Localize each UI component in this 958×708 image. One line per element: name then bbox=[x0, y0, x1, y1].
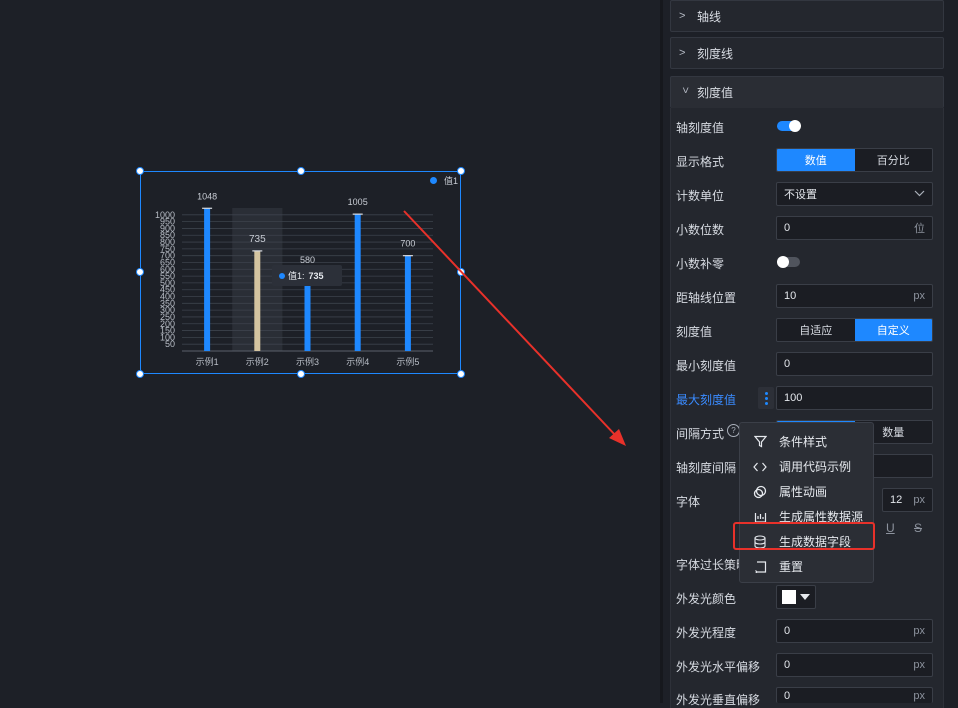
label-min-tick: 最小刻度值 bbox=[676, 359, 737, 373]
glow-degree-input[interactable]: 0 px bbox=[776, 619, 933, 643]
label-decimal-places: 小数位数 bbox=[676, 223, 725, 237]
font-size-value: 12 bbox=[890, 494, 903, 506]
label-distance: 距轴线位置 bbox=[676, 291, 737, 305]
resize-handle-nw[interactable] bbox=[136, 167, 144, 175]
toggle-knob bbox=[789, 120, 801, 132]
px-unit: px bbox=[913, 625, 925, 637]
min-tick-value: 0 bbox=[784, 358, 791, 370]
chevron-right-icon: > bbox=[679, 10, 686, 22]
distance-input[interactable]: 10 px bbox=[776, 284, 933, 308]
menu-item-label: 属性动画 bbox=[779, 485, 828, 499]
distance-value: 10 bbox=[784, 290, 797, 302]
label-glow-v-offset: 外发光垂直偏移 bbox=[676, 693, 761, 707]
chevron-down-icon bbox=[914, 188, 925, 200]
toggle-knob bbox=[777, 256, 789, 268]
caret-down-icon bbox=[800, 594, 810, 600]
decimal-unit: 位 bbox=[914, 223, 925, 235]
annotation-highlight-box bbox=[733, 522, 875, 550]
px-unit: px bbox=[913, 290, 925, 302]
menu-item-label: 重置 bbox=[779, 560, 804, 574]
color-swatch bbox=[782, 590, 796, 604]
resize-handle-se[interactable] bbox=[457, 370, 465, 378]
px-unit: px bbox=[913, 659, 925, 671]
label-glow-color: 外发光颜色 bbox=[676, 592, 737, 606]
glow-degree-value: 0 bbox=[784, 625, 791, 637]
selection-box[interactable] bbox=[140, 171, 461, 374]
menu-item-property-animation[interactable]: 属性动画 bbox=[740, 479, 873, 504]
label-axis-tick-value: 轴刻度值 bbox=[676, 121, 725, 135]
reset-icon bbox=[753, 560, 767, 574]
resize-handle-e[interactable] bbox=[457, 268, 465, 276]
resize-handle-sw[interactable] bbox=[136, 370, 144, 378]
section-title: 刻度线 bbox=[697, 46, 734, 61]
tick-mode-segment[interactable]: 自适应 自定义 bbox=[776, 318, 933, 342]
label-interval-mode: 间隔方式 bbox=[676, 427, 725, 441]
chevron-down-icon: > bbox=[679, 86, 691, 93]
decimal-value: 0 bbox=[784, 222, 791, 234]
glow-h-offset-input[interactable]: 0 px bbox=[776, 653, 933, 677]
mode-auto-option[interactable]: 自适应 bbox=[777, 319, 855, 341]
glow-v-value: 0 bbox=[784, 689, 791, 702]
glow-v-offset-input[interactable]: 0 px bbox=[776, 687, 933, 703]
min-tick-input[interactable]: 0 bbox=[776, 352, 933, 376]
display-format-segment[interactable]: 数值 百分比 bbox=[776, 148, 933, 172]
glow-color-picker[interactable] bbox=[776, 585, 816, 609]
format-numeric-option[interactable]: 数值 bbox=[777, 149, 855, 171]
px-unit: px bbox=[913, 689, 925, 702]
underline-icon[interactable]: U bbox=[886, 521, 895, 535]
decimal-pad-toggle[interactable] bbox=[777, 256, 800, 268]
label-display-format: 显示格式 bbox=[676, 155, 725, 169]
label-glow-degree: 外发光程度 bbox=[676, 626, 737, 640]
axis-tick-value-toggle[interactable] bbox=[777, 120, 801, 132]
label-glow-h-offset: 外发光水平偏移 bbox=[676, 660, 761, 674]
resize-handle-n[interactable] bbox=[297, 167, 305, 175]
chevron-right-icon: > bbox=[679, 47, 686, 59]
label-decimal-pad: 小数补零 bbox=[676, 257, 725, 271]
code-icon bbox=[753, 460, 767, 474]
filter-icon bbox=[753, 435, 767, 449]
format-percent-option[interactable]: 百分比 bbox=[854, 149, 932, 171]
animation-icon bbox=[753, 485, 767, 499]
mode-custom-option[interactable]: 自定义 bbox=[854, 319, 932, 341]
label-max-tick: 最大刻度值 bbox=[676, 393, 737, 407]
decimal-places-input[interactable]: 0 位 bbox=[776, 216, 933, 240]
section-axis-line[interactable]: > 轴线 bbox=[670, 0, 944, 32]
count-unit-value: 不设置 bbox=[784, 189, 817, 201]
count-unit-select[interactable]: 不设置 bbox=[776, 182, 933, 206]
section-title: 轴线 bbox=[697, 9, 722, 24]
px-unit: px bbox=[913, 494, 925, 506]
more-options-icon[interactable] bbox=[758, 387, 774, 409]
label-overflow: 字体过长策略 bbox=[676, 558, 749, 572]
section-tick-value[interactable]: > 刻度值 bbox=[670, 76, 944, 108]
strikethrough-icon[interactable]: S bbox=[914, 521, 922, 535]
max-tick-input[interactable]: 100 bbox=[776, 386, 933, 410]
label-count-unit: 计数单位 bbox=[676, 189, 725, 203]
font-size-input[interactable]: 12 px bbox=[882, 488, 933, 512]
resize-handle-w[interactable] bbox=[136, 268, 144, 276]
menu-item-code-example[interactable]: 调用代码示例 bbox=[740, 454, 873, 479]
glow-h-value: 0 bbox=[784, 659, 791, 671]
menu-item-label: 条件样式 bbox=[779, 435, 828, 449]
label-axis-interval: 轴刻度间隔 bbox=[676, 461, 737, 475]
section-tick-line[interactable]: > 刻度线 bbox=[670, 37, 944, 69]
section-title: 刻度值 bbox=[697, 86, 734, 100]
resize-handle-ne[interactable] bbox=[457, 167, 465, 175]
label-tick-mode: 刻度值 bbox=[676, 325, 713, 339]
max-tick-value: 100 bbox=[784, 392, 803, 404]
resize-handle-s[interactable] bbox=[297, 370, 305, 378]
menu-item-label: 调用代码示例 bbox=[779, 460, 852, 474]
context-menu: 条件样式 调用代码示例 属性动画 生成属性数据源 生成数据字段 重置 bbox=[739, 422, 874, 583]
menu-item-conditional-style[interactable]: 条件样式 bbox=[740, 429, 873, 454]
menu-item-reset[interactable]: 重置 bbox=[740, 554, 873, 579]
label-font: 字体 bbox=[676, 495, 701, 509]
